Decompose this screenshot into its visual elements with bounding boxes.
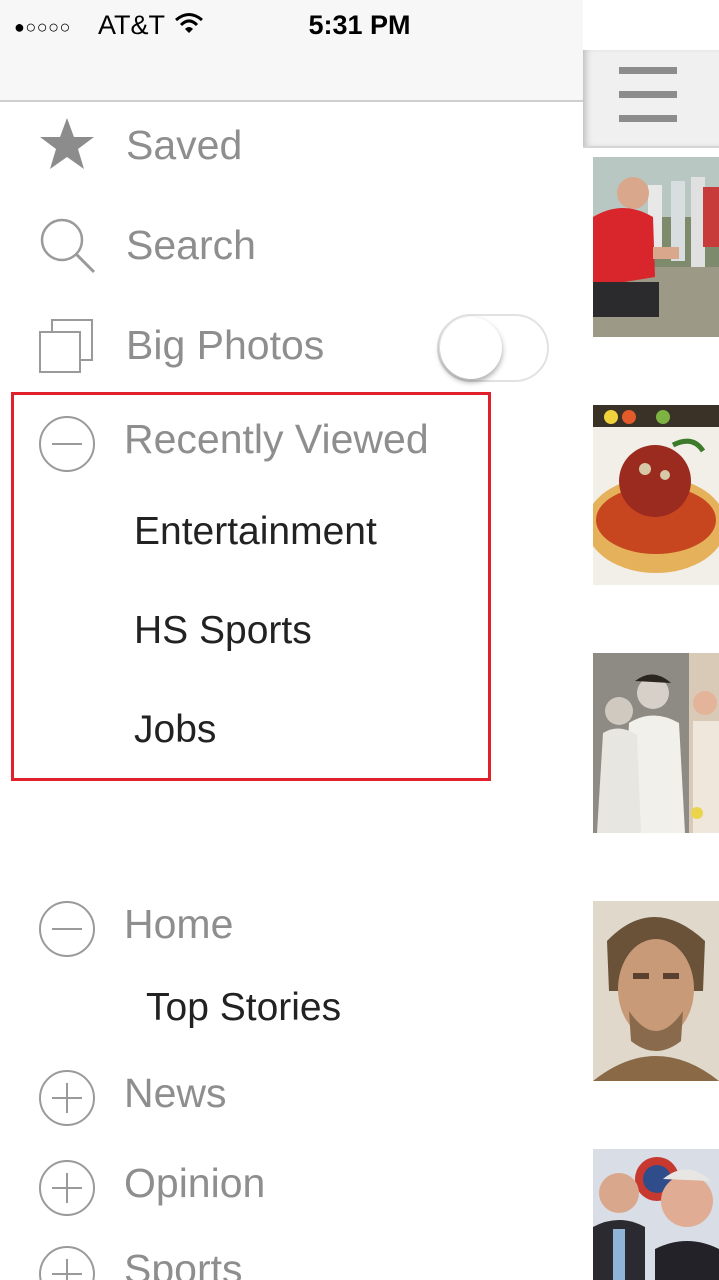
menu-section-home[interactable]: Home [0,893,583,965]
menu-label-saved: Saved [126,122,243,168]
menu-section-recently-viewed[interactable]: Recently Viewed [0,408,583,480]
menu-section-opinion[interactable]: Opinion [0,1152,583,1224]
big-photos-toggle[interactable] [437,314,549,382]
menu-section-news[interactable]: News [0,1062,583,1134]
article-list-panel [583,0,719,1280]
recent-item-entertainment[interactable]: Entertainment [134,510,377,554]
menu-label-recently-viewed: Recently Viewed [124,416,429,462]
plus-circle-icon [39,1070,95,1126]
menu-label-news: News [124,1070,227,1116]
article-thumbnail[interactable] [593,653,719,833]
minus-circle-icon [39,901,95,957]
menu-label-opinion: Opinion [124,1160,266,1206]
menu-item-saved[interactable]: Saved [0,110,583,182]
recent-item-jobs[interactable]: Jobs [134,708,216,752]
content-toolbar [583,50,719,148]
minus-circle-icon [39,416,95,472]
article-thumbnail[interactable] [593,405,719,585]
menu-section-sports[interactable]: Sports [0,1238,583,1280]
menu-header [0,50,583,102]
plus-circle-icon [39,1246,95,1280]
menu-label-search: Search [126,222,256,268]
article-thumbnail[interactable] [593,901,719,1081]
recent-item-hs-sports[interactable]: HS Sports [134,609,312,653]
home-item-top-stories[interactable]: Top Stories [146,986,341,1030]
toggle-knob [440,317,502,379]
hamburger-icon[interactable] [619,65,677,125]
plus-circle-icon [39,1160,95,1216]
article-thumbnail[interactable] [593,1149,719,1280]
menu-item-search[interactable]: Search [0,210,583,282]
menu-label-home: Home [124,901,234,947]
stacked-squares-icon [38,318,96,376]
menu-label-big-photos: Big Photos [126,322,325,368]
search-icon [38,216,96,274]
menu-label-sports: Sports [124,1246,243,1280]
article-thumbnail[interactable] [593,157,719,337]
star-icon [38,116,96,174]
